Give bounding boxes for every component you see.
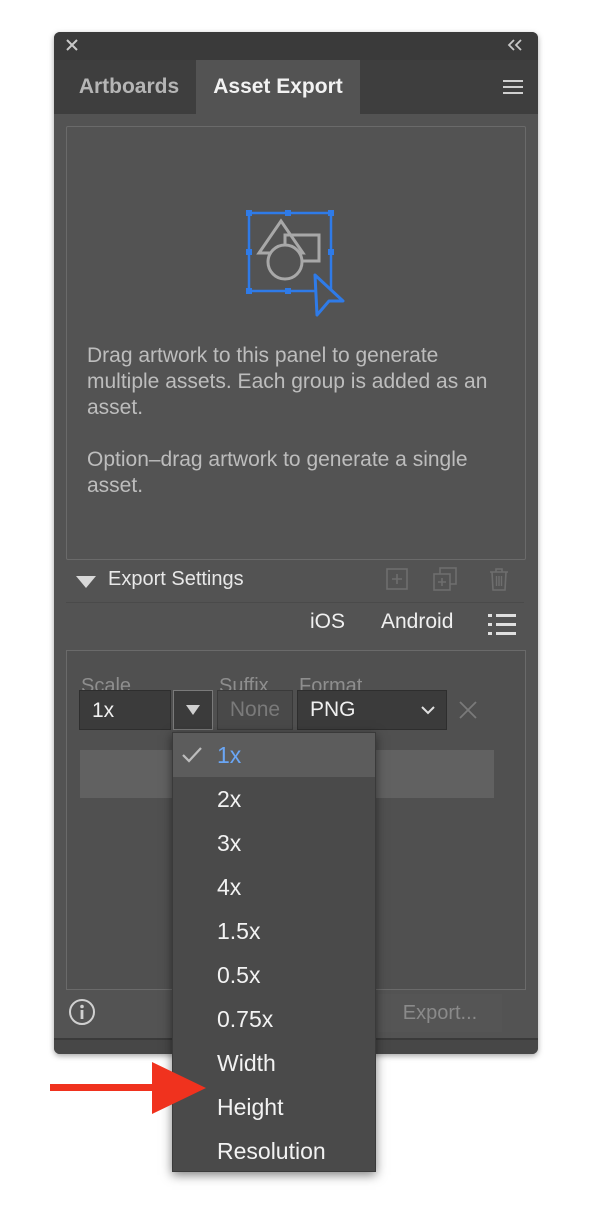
- tab-bar: Artboards Asset Export: [54, 60, 538, 114]
- option-label: Resolution: [217, 1138, 326, 1164]
- tab-artboards[interactable]: Artboards: [64, 60, 194, 114]
- export-button[interactable]: Export...: [378, 994, 502, 1032]
- duplicate-asset-icon[interactable]: [432, 566, 458, 592]
- format-value: PNG: [310, 698, 356, 721]
- option-label: 4x: [217, 874, 242, 900]
- info-icon[interactable]: [68, 998, 96, 1026]
- scale-option-1-5x[interactable]: 1.5x: [173, 909, 375, 953]
- scale-input[interactable]: 1x: [79, 690, 171, 730]
- scale-option-resolution[interactable]: Resolution: [173, 1129, 375, 1173]
- scale-option-2x[interactable]: 2x: [173, 777, 375, 821]
- close-icon[interactable]: [64, 37, 80, 53]
- option-label: 1.5x: [217, 918, 261, 944]
- scale-option-0-5x[interactable]: 0.5x: [173, 953, 375, 997]
- option-label: 2x: [217, 786, 242, 812]
- scale-option-1x[interactable]: 1x: [173, 733, 375, 777]
- option-label: Width: [217, 1050, 276, 1076]
- disclosure-triangle-icon[interactable]: [76, 576, 96, 588]
- trash-icon[interactable]: [486, 566, 512, 592]
- red-arrow-icon: [50, 1062, 206, 1114]
- option-label: 0.75x: [217, 1006, 274, 1032]
- checkmark-icon: [182, 747, 202, 763]
- chevron-down-icon: [421, 706, 435, 715]
- panel-titlebar: [54, 32, 538, 60]
- scale-option-3x[interactable]: 3x: [173, 821, 375, 865]
- scale-option-4x[interactable]: 4x: [173, 865, 375, 909]
- help-text-secondary: Option–drag artwork to generate a single…: [87, 448, 468, 497]
- scale-dropdown-button[interactable]: [173, 690, 213, 730]
- option-label: 0.5x: [217, 962, 261, 988]
- option-label: 3x: [217, 830, 242, 856]
- help-text-primary: Drag artwork to this panel to generate m…: [87, 344, 488, 419]
- scale-option-0-75x[interactable]: 0.75x: [173, 997, 375, 1041]
- collapse-icon[interactable]: [506, 38, 524, 52]
- add-asset-icon[interactable]: [384, 566, 410, 592]
- export-settings-header[interactable]: Export Settings: [66, 562, 524, 603]
- ios-preset-button[interactable]: iOS: [310, 610, 345, 634]
- format-select[interactable]: PNG: [297, 690, 447, 730]
- option-label: Height: [217, 1094, 284, 1120]
- dropdown-arrow-icon: [186, 705, 200, 715]
- android-preset-button[interactable]: Android: [381, 610, 453, 634]
- asset-illustration-icon: [246, 210, 345, 317]
- export-settings-label: Export Settings: [108, 568, 244, 590]
- list-options-icon[interactable]: [488, 612, 516, 638]
- option-label: 1x: [217, 742, 242, 768]
- panel-menu-icon[interactable]: [502, 78, 524, 96]
- tab-asset-export[interactable]: Asset Export: [196, 60, 360, 114]
- remove-icon[interactable]: [458, 700, 478, 720]
- asset-drop-zone[interactable]: Drag artwork to this panel to generate m…: [66, 126, 526, 560]
- suffix-input[interactable]: None: [217, 690, 293, 730]
